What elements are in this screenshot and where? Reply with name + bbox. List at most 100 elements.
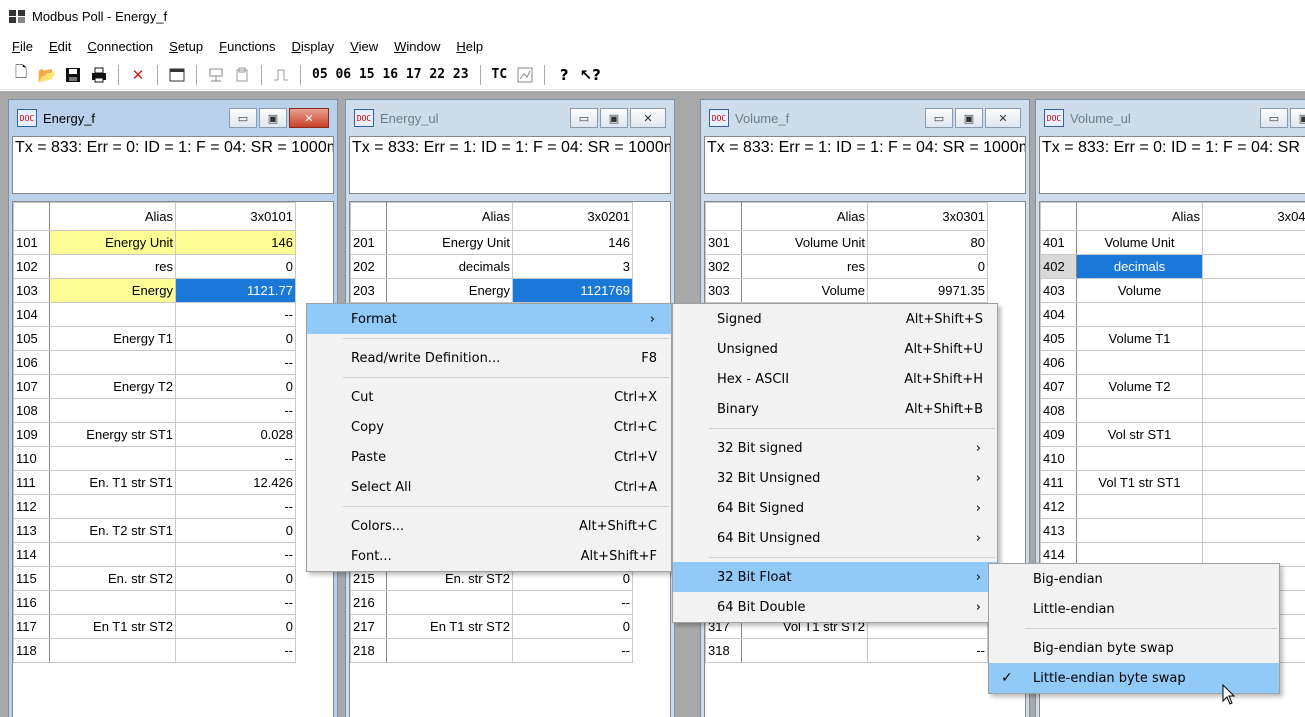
value-cell[interactable]: 0 bbox=[175, 326, 296, 351]
menu-item-paste[interactable]: Paste Ctrl+V bbox=[307, 442, 671, 472]
table-row[interactable]: 412 bbox=[1040, 494, 1305, 519]
table-row[interactable]: 101 Energy Unit 146 bbox=[13, 230, 296, 255]
alias-cell[interactable]: Energy T2 bbox=[49, 374, 176, 399]
maximize-icon[interactable]: ▣ bbox=[600, 108, 628, 128]
row-number[interactable]: 118 bbox=[13, 638, 50, 663]
table-row[interactable]: 118 -- bbox=[13, 638, 296, 663]
delete-icon[interactable]: ✕ bbox=[127, 64, 149, 86]
menu-display[interactable]: Display bbox=[284, 39, 343, 54]
value-cell[interactable] bbox=[1202, 494, 1305, 519]
menu-help[interactable]: Help bbox=[448, 39, 491, 54]
menu-item-format[interactable]: Format › bbox=[307, 304, 671, 334]
alias-cell[interactable] bbox=[1076, 398, 1203, 423]
alias-cell[interactable]: Energy T1 bbox=[49, 326, 176, 351]
minimize-icon[interactable]: ▭ bbox=[925, 108, 953, 128]
table-row[interactable]: 217 En T1 str ST2 0 bbox=[350, 614, 633, 639]
window-titlebar[interactable]: DOC Volume_ul ▭▣✕ bbox=[1036, 100, 1305, 136]
value-cell[interactable]: 0 bbox=[512, 614, 633, 639]
table-row[interactable]: 203 Energy 1121769 bbox=[350, 278, 633, 303]
value-cell[interactable]: 9971.35 bbox=[867, 278, 988, 303]
alias-cell[interactable] bbox=[49, 350, 176, 375]
alias-cell[interactable]: Energy str ST1 bbox=[49, 422, 176, 447]
poll-window-energy-f[interactable]: DOC Energy_f ▭ ▣ ✕ Tx = 833: Err = 0: ID = 1:… bbox=[8, 99, 338, 717]
table-row[interactable]: 408 bbox=[1040, 398, 1305, 423]
alias-cell[interactable] bbox=[1076, 494, 1203, 519]
pulse-icon[interactable] bbox=[270, 64, 292, 86]
row-number[interactable]: 105 bbox=[13, 326, 50, 351]
alias-column-header[interactable]: Alias bbox=[741, 202, 868, 231]
alias-cell[interactable]: decimals bbox=[1076, 254, 1203, 279]
alias-cell[interactable] bbox=[1076, 518, 1203, 543]
alias-cell[interactable]: Volume Unit bbox=[741, 230, 868, 255]
alias-cell[interactable]: En. str ST2 bbox=[49, 566, 176, 591]
chart-icon[interactable] bbox=[514, 64, 536, 86]
menu-functions[interactable]: Functions bbox=[211, 39, 283, 54]
row-number[interactable]: 108 bbox=[13, 398, 50, 423]
alias-cell[interactable] bbox=[1076, 350, 1203, 375]
tc-button[interactable]: TC bbox=[489, 67, 511, 82]
alias-cell[interactable] bbox=[49, 446, 176, 471]
row-number[interactable]: 411 bbox=[1040, 470, 1077, 495]
new-file-icon[interactable]: 🗋 bbox=[10, 63, 32, 86]
row-number[interactable]: 203 bbox=[350, 278, 387, 303]
menu-item-font[interactable]: Font... Alt+Shift+F bbox=[307, 541, 671, 571]
table-row[interactable]: 410 bbox=[1040, 446, 1305, 471]
row-number[interactable]: 403 bbox=[1040, 278, 1077, 303]
menu-item-cut[interactable]: Cut Ctrl+X bbox=[307, 382, 671, 412]
menu-setup[interactable]: Setup bbox=[161, 39, 211, 54]
maximize-icon[interactable]: ▣ bbox=[259, 108, 287, 128]
value-cell[interactable]: 0 bbox=[175, 566, 296, 591]
alias-cell[interactable] bbox=[49, 638, 176, 663]
row-number[interactable]: 404 bbox=[1040, 302, 1077, 327]
row-number[interactable]: 401 bbox=[1040, 230, 1077, 255]
value-cell[interactable]: 1121.77 bbox=[175, 278, 296, 303]
format-item-64-bit-signed[interactable]: 64 Bit Signed › bbox=[673, 493, 997, 523]
table-row[interactable]: 103 Energy 1121.77 bbox=[13, 278, 296, 303]
row-number[interactable]: 104 bbox=[13, 302, 50, 327]
window-titlebar[interactable]: DOC Energy_ul ▭ ▣ ✕ bbox=[346, 100, 674, 136]
maximize-icon[interactable]: ▣ bbox=[955, 108, 983, 128]
menu-connection[interactable]: Connection bbox=[79, 39, 161, 54]
row-number[interactable]: 110 bbox=[13, 446, 50, 471]
row-number[interactable]: 216 bbox=[350, 590, 387, 615]
alias-column-header[interactable]: Alias bbox=[386, 202, 513, 231]
table-row[interactable]: 117 En T1 str ST2 0 bbox=[13, 614, 296, 639]
menu-edit[interactable]: Edit bbox=[41, 39, 79, 54]
table-row[interactable]: 405Volume T157 bbox=[1040, 326, 1305, 351]
menu-file[interactable]: File bbox=[4, 39, 41, 54]
open-folder-icon[interactable]: 📂 bbox=[36, 64, 58, 86]
alias-cell[interactable] bbox=[49, 302, 176, 327]
table-row[interactable]: 116 -- bbox=[13, 590, 296, 615]
table-row[interactable]: 105 Energy T1 0 bbox=[13, 326, 296, 351]
disconnect-icon[interactable] bbox=[231, 64, 253, 86]
float-item-big-endian[interactable]: Big-endian bbox=[989, 564, 1279, 594]
alias-cell[interactable] bbox=[49, 542, 176, 567]
format-item-binary[interactable]: Binary Alt+Shift+B bbox=[673, 394, 997, 424]
table-row[interactable]: 107 Energy T2 0 bbox=[13, 374, 296, 399]
table-row[interactable]: 402 decimals bbox=[1040, 254, 1305, 279]
alias-cell[interactable] bbox=[741, 638, 868, 663]
value-cell[interactable]: -- bbox=[512, 638, 633, 663]
value-cell[interactable]: 57 bbox=[1202, 326, 1305, 351]
alias-cell[interactable]: Energy Unit bbox=[386, 230, 513, 255]
float-item-big-endian-byte-swap[interactable]: Big-endian byte swap bbox=[989, 633, 1279, 663]
row-number[interactable]: 106 bbox=[13, 350, 50, 375]
value-cell[interactable] bbox=[1202, 254, 1305, 279]
value-cell[interactable] bbox=[1202, 518, 1305, 543]
menu-item-select-all[interactable]: Select All Ctrl+A bbox=[307, 472, 671, 502]
row-number[interactable]: 202 bbox=[350, 254, 387, 279]
window-icon[interactable] bbox=[166, 64, 188, 86]
format-item-64-bit-unsigned[interactable]: 64 Bit Unsigned › bbox=[673, 523, 997, 553]
row-number[interactable]: 402 bbox=[1040, 254, 1077, 279]
table-row[interactable]: 106 -- bbox=[13, 350, 296, 375]
row-number[interactable]: 318 bbox=[705, 638, 742, 663]
table-row[interactable]: 406 bbox=[1040, 350, 1305, 375]
alias-cell[interactable]: En T1 str ST2 bbox=[49, 614, 176, 639]
value-cell[interactable]: 0 bbox=[175, 518, 296, 543]
alias-cell[interactable] bbox=[49, 398, 176, 423]
alias-cell[interactable]: Energy Unit bbox=[49, 230, 176, 255]
minimize-icon[interactable]: ▭ bbox=[1260, 108, 1288, 128]
row-number[interactable]: 115 bbox=[13, 566, 50, 591]
alias-cell[interactable]: Volume bbox=[1076, 278, 1203, 303]
value-cell[interactable]: -- bbox=[175, 590, 296, 615]
